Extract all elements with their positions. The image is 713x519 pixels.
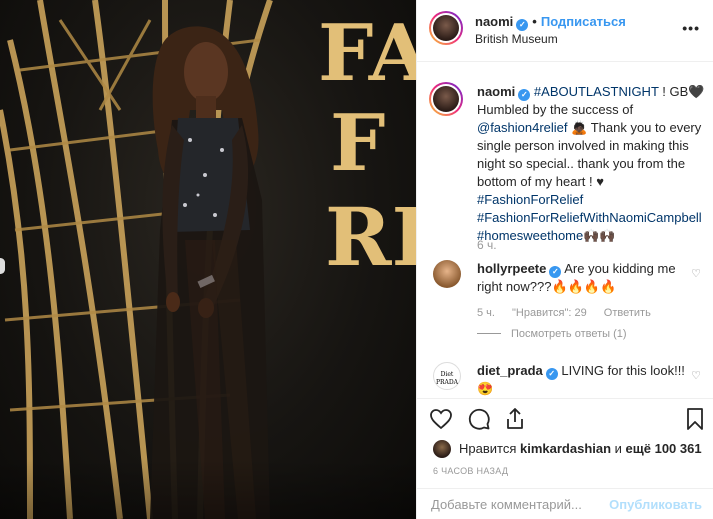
backdrop-letters-2: F <box>330 98 385 189</box>
post-panel: naomi ✓ • Подписаться British Museum ••• na… <box>416 0 713 519</box>
comment-like-heart-icon[interactable]: ♡ <box>691 267 701 280</box>
caption-text: naomi ✓ #ABOUTLASTNIGHT ! GB🖤 Humbled by … <box>477 83 709 245</box>
comment-like-heart-icon[interactable]: ♡ <box>691 369 701 382</box>
verified-icon: ✓ <box>545 368 558 380</box>
view-replies-label[interactable]: Посмотреть ответы (1) <box>511 328 627 340</box>
photo-fade <box>0 459 416 519</box>
author-username[interactable]: naomi <box>475 14 513 29</box>
view-replies[interactable]: Посмотреть ответы (1) <box>477 328 627 340</box>
post-header: naomi ✓ • Подписаться British Museum ••• <box>417 0 713 62</box>
carousel-handle[interactable] <box>0 258 5 274</box>
share-icon[interactable] <box>503 407 527 431</box>
reply-button[interactable]: Ответить <box>604 307 651 319</box>
hashtag-fashionforrelief[interactable]: #FashionForRelief <box>477 192 583 207</box>
likes-summary: Нравится kimkardashian и ещё 100 361 <box>429 440 709 460</box>
likes-count[interactable]: ещё 100 361 <box>626 441 702 456</box>
caption-time[interactable]: 6 ч. <box>477 238 497 252</box>
comment-bar: Опубликовать <box>417 488 713 519</box>
follow-button[interactable]: Подписаться <box>541 14 626 29</box>
heart-icon[interactable] <box>429 407 453 431</box>
verified-icon: ✓ <box>518 89 531 101</box>
commenter-avatar[interactable] <box>433 260 461 288</box>
comment-username[interactable]: hollyrpeete <box>477 261 546 276</box>
comment-meta: 5 ч. "Нравится": 29 Ответить <box>477 307 665 319</box>
replies-dash <box>477 333 501 334</box>
author-line: naomi ✓ • Подписаться <box>475 14 626 31</box>
commenter-avatar[interactable]: Diet PRADA <box>433 362 461 390</box>
likes-prefix: Нравится <box>459 441 517 456</box>
comment-text: diet_prada ✓ LIVING for this look!!! 😍 <box>477 362 687 398</box>
more-icon[interactable]: ••• <box>682 20 700 36</box>
likes-text: Нравится kimkardashian и ещё 100 361 <box>459 441 702 456</box>
verified-icon: ✓ <box>516 19 529 31</box>
backdrop-letters-1: FAS <box>318 8 416 99</box>
publish-button[interactable]: Опубликовать <box>609 497 702 512</box>
mention-fashion4relief[interactable]: @fashion4relief <box>477 120 568 135</box>
separator-dot: • <box>532 14 537 29</box>
comment-time[interactable]: 5 ч. <box>477 307 495 319</box>
caption-line: Humbled by the success of <box>477 102 634 117</box>
post-photo[interactable]: FAS F RE <box>0 0 416 519</box>
comment-icon[interactable] <box>467 407 491 431</box>
author-avatar[interactable] <box>429 11 463 45</box>
bookmark-icon[interactable] <box>683 407 707 431</box>
backdrop-letters-3: RE <box>325 190 416 284</box>
likes-and: и <box>611 441 626 456</box>
hashtag-fashionforreliefwithnaomi[interactable]: #FashionForReliefWithNaomiCampbell <box>477 210 702 225</box>
comment-likes[interactable]: "Нравится": 29 <box>512 307 587 319</box>
caption-username[interactable]: naomi <box>477 84 515 99</box>
comment-text: hollyrpeete ✓ Are you kidding me right no… <box>477 260 687 296</box>
caption-avatar[interactable] <box>429 82 463 116</box>
verified-icon: ✓ <box>549 266 562 278</box>
posted-time[interactable]: 6 ЧАСОВ НАЗАД <box>433 466 508 476</box>
photo-illustration: FAS F RE <box>0 0 416 519</box>
liker-avatar[interactable] <box>433 440 451 458</box>
liker-username[interactable]: kimkardashian <box>520 441 611 456</box>
hashtag-aboutlastnight[interactable]: #ABOUTLASTNIGHT <box>534 84 659 99</box>
caption-fragment: ! GB🖤 <box>658 84 705 99</box>
comment-input[interactable] <box>431 497 611 512</box>
location-link[interactable]: British Museum <box>475 32 558 46</box>
caption-emoji: 🙌🏿🙌🏿 <box>583 228 616 243</box>
action-bar <box>417 398 713 438</box>
comment-username[interactable]: diet_prada <box>477 363 543 378</box>
